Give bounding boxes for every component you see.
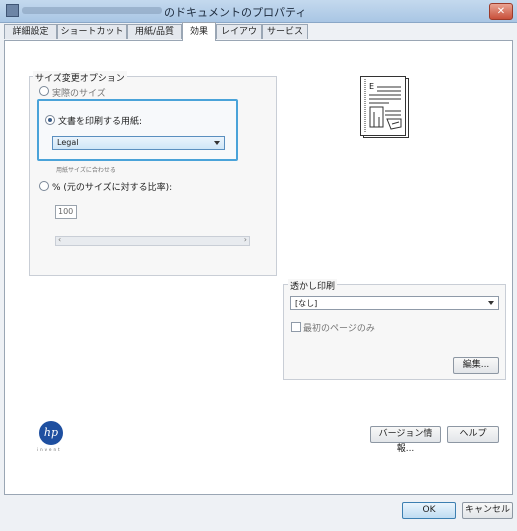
watermark-select[interactable]: [なし] [290,296,499,310]
actual-size-label: 実際のサイズ [52,89,106,99]
percent-radio[interactable] [39,181,49,191]
preview-letter: E [369,82,374,91]
hp-logo-icon: hp [39,421,63,445]
printer-app-icon [6,4,19,17]
tab-effects[interactable]: 効果 [182,22,216,41]
first-page-only-checkbox[interactable] [291,322,301,332]
watermark-select-value: [なし] [295,299,318,308]
page-preview: E [360,76,414,142]
print-on-paper-label: 文書を印刷する用紙: [58,117,143,127]
tab-services[interactable]: サービス [262,24,308,39]
first-page-only-label: 最初のページのみ [303,324,375,334]
scroll-left-icon[interactable]: ‹ [58,235,61,244]
chevron-down-icon [488,301,494,305]
print-on-paper-highlight [37,99,238,161]
watermark-label: 透かし印刷 [288,279,338,292]
preview-front-page: E [360,76,406,136]
printer-properties-dialog: のドキュメントのプロパティ ✕ 詳細設定 ショートカット 用紙/品質 効果 レイ… [0,0,517,531]
percent-slider[interactable]: ‹ › [55,235,250,246]
percent-input[interactable]: 100 [55,205,77,219]
actual-size-radio[interactable] [39,86,49,96]
obscured-document-name [22,7,162,14]
title-bar: のドキュメントのプロパティ ✕ [0,0,517,23]
help-button[interactable]: ヘルプ [447,426,499,443]
percent-label: % (元のサイズに対する比率): [52,183,173,193]
paper-size-select[interactable]: Legal [52,136,225,150]
paper-size-value: Legal [57,138,79,147]
ok-button[interactable]: OK [402,502,456,519]
scroll-right-icon[interactable]: › [244,235,247,244]
tab-layout[interactable]: レイアウト [216,24,262,52]
preview-page-icon: E [364,79,402,133]
cancel-button[interactable]: キャンセル [462,502,513,519]
tab-paper-quality[interactable]: 用紙/品質 [127,24,182,39]
hp-tagline: invent [37,447,62,452]
tab-shortcuts[interactable]: ショートカット [57,24,127,39]
print-on-paper-radio[interactable] [45,115,55,125]
chevron-down-icon [214,141,220,145]
resize-options-label: サイズ変更オプション [33,71,127,84]
fit-to-paper-label: 用紙サイズに合わせる [56,167,116,174]
close-button[interactable]: ✕ [489,3,513,20]
window-title: のドキュメントのプロパティ [164,6,307,19]
about-button[interactable]: バージョン情報... [370,426,441,454]
edit-watermark-button[interactable]: 編集... [453,357,499,374]
tab-advanced[interactable]: 詳細設定 [4,24,57,39]
